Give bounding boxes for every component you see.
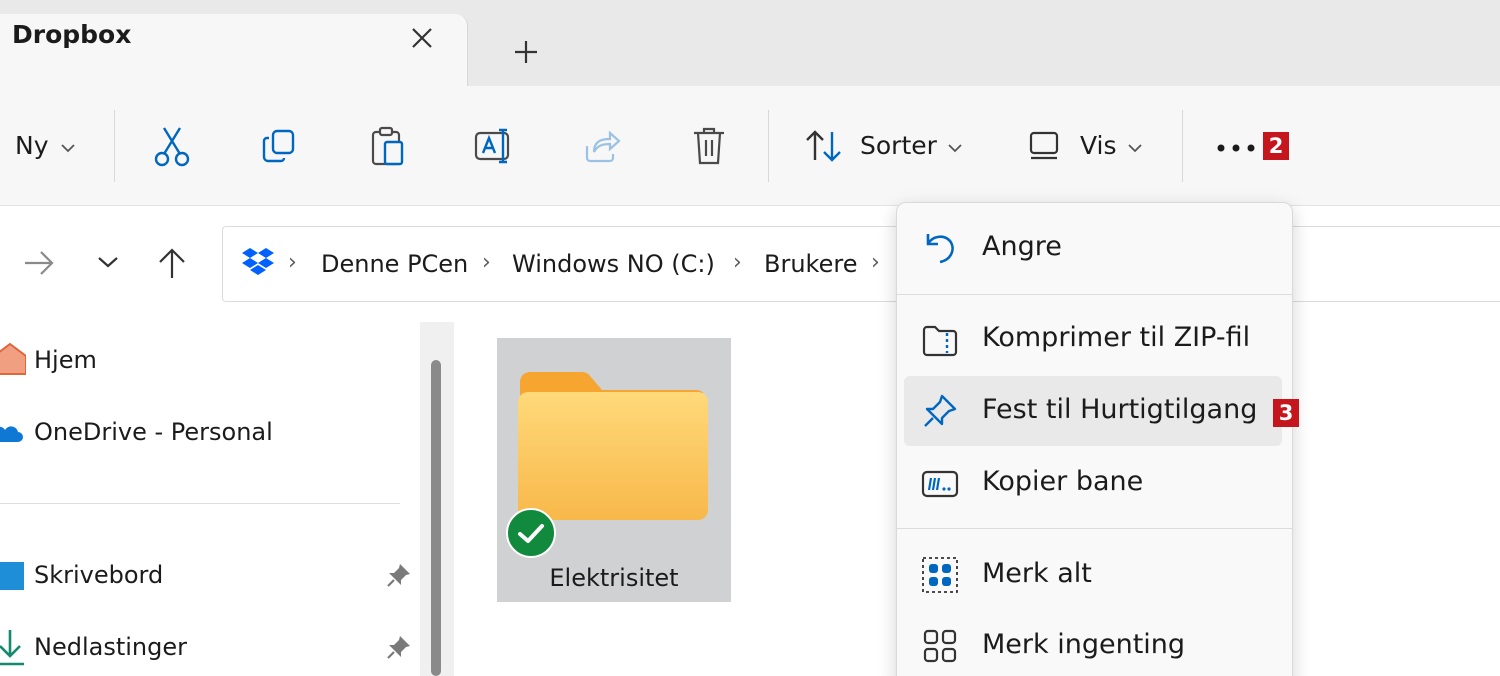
more-options-icon[interactable] — [1216, 140, 1258, 159]
toolbar-separator — [768, 110, 769, 182]
menu-item-select-none[interactable]: Merk ingenting — [982, 629, 1185, 660]
chevron-down-icon[interactable] — [947, 139, 963, 158]
pin-icon[interactable] — [386, 562, 412, 592]
menu-separator — [897, 294, 1292, 295]
forward-arrow-icon[interactable] — [22, 248, 56, 282]
menu-item-select-all[interactable]: Merk alt — [982, 558, 1092, 589]
menu-item-copy-path[interactable]: Kopier bane — [982, 466, 1143, 497]
sort-button-label[interactable]: Sorter — [860, 131, 937, 160]
chevron-down-icon[interactable] — [60, 139, 76, 158]
view-icon[interactable] — [1028, 130, 1062, 166]
scrollbar-thumb[interactable] — [431, 360, 441, 676]
copy-path-icon — [920, 464, 960, 504]
toolbar-separator — [1182, 110, 1183, 182]
breadcrumb-brukere[interactable]: Brukere — [764, 250, 857, 278]
step-badge: 3 — [1273, 399, 1299, 427]
step-badge: 2 — [1263, 132, 1289, 160]
menu-item-compress-zip[interactable]: Komprimer til ZIP-fil — [982, 322, 1250, 353]
rename-icon[interactable] — [471, 123, 517, 169]
sidebar-item-downloads[interactable]: Nedlastinger — [34, 633, 187, 661]
download-icon — [0, 628, 26, 672]
copy-icon[interactable] — [256, 123, 302, 169]
sort-icon[interactable] — [804, 128, 844, 168]
dropbox-icon — [240, 246, 276, 282]
share-icon[interactable] — [579, 123, 625, 169]
home-icon — [0, 342, 27, 380]
sidebar-divider — [0, 503, 400, 504]
breadcrumb-denne-pcen[interactable]: Denne PCen — [321, 250, 468, 278]
breadcrumb-separator: › — [871, 250, 880, 275]
pin-icon — [920, 391, 960, 431]
chevron-down-icon[interactable] — [96, 254, 120, 274]
menu-separator — [897, 528, 1292, 529]
menu-item-pin-quick-access[interactable]: Fest til Hurtigtilgang — [982, 394, 1257, 425]
breadcrumb-windows-drive[interactable]: Windows NO (C:) — [512, 250, 715, 278]
sync-status-check-icon — [505, 507, 557, 563]
up-arrow-icon[interactable] — [156, 246, 188, 284]
zip-icon — [920, 320, 960, 360]
view-button-label[interactable]: Vis — [1080, 131, 1117, 160]
toolbar-separator — [114, 110, 115, 182]
paste-icon[interactable] — [364, 123, 410, 169]
breadcrumb-separator: › — [482, 250, 491, 275]
chevron-down-icon[interactable] — [1127, 139, 1143, 158]
close-icon[interactable] — [404, 20, 440, 56]
sidebar-item-desktop[interactable]: Skrivebord — [34, 561, 163, 589]
breadcrumb-separator: › — [288, 250, 297, 275]
new-button-label[interactable]: Ny — [15, 131, 49, 160]
folder-name: Elektrisitet — [549, 564, 679, 592]
menu-item-undo[interactable]: Angre — [982, 231, 1062, 262]
scissors-icon[interactable] — [149, 123, 195, 169]
select-none-icon — [920, 626, 960, 666]
onedrive-icon — [0, 420, 26, 450]
folder-icon — [516, 368, 710, 528]
tab-title: Dropbox — [12, 20, 132, 49]
pin-icon[interactable] — [386, 634, 412, 664]
select-all-icon — [920, 555, 960, 595]
undo-icon — [920, 228, 960, 268]
sidebar-item-home[interactable]: Hjem — [34, 346, 97, 374]
plus-icon[interactable] — [508, 34, 544, 70]
breadcrumb-separator: › — [733, 250, 742, 275]
sidebar-item-onedrive[interactable]: OneDrive - Personal — [34, 418, 273, 446]
trash-icon[interactable] — [686, 123, 732, 169]
desktop-icon — [0, 562, 26, 594]
